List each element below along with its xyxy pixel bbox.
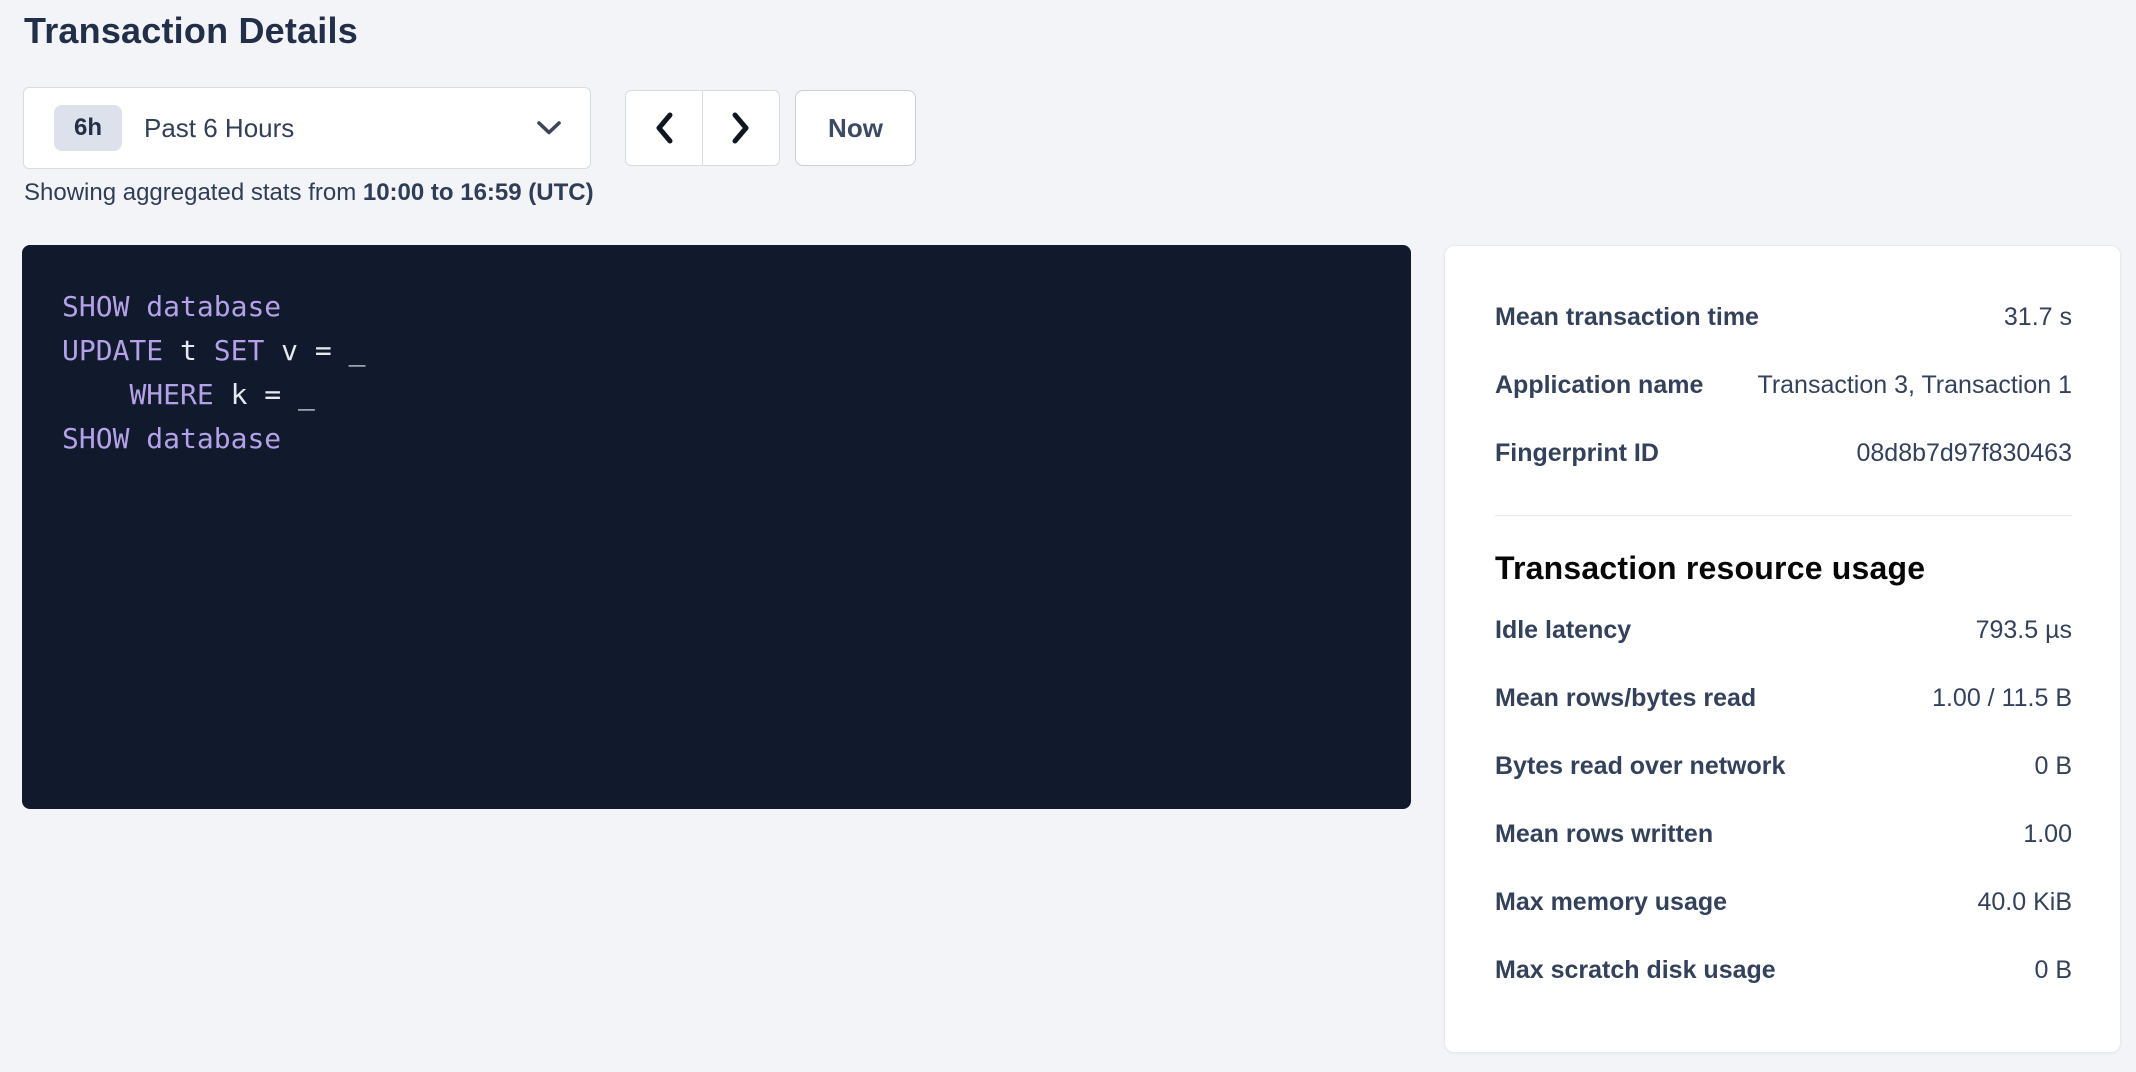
stat-label: Mean rows written [1495,820,1733,849]
sql-keyword-token: SHOW [62,422,129,455]
stat-row: Mean transaction time 31.7 s [1495,283,2072,351]
now-button[interactable]: Now [795,90,916,166]
aggregation-summary-range: 10:00 to 16:59 (UTC) [363,179,594,206]
time-step-buttons [625,90,780,166]
stat-row: Max scratch disk usage 0 B [1495,936,2072,1004]
page-title: Transaction Details [24,10,358,52]
next-time-button[interactable] [702,90,780,166]
resource-usage-rows: Idle latency 793.5 µs Mean rows/bytes read… [1495,596,2072,1004]
stat-value: 0 B [2034,752,2072,781]
stat-row: Idle latency 793.5 µs [1495,596,2072,664]
stat-row: Mean rows/bytes read 1.00 / 11.5 B [1495,664,2072,732]
transaction-details-card: Mean transaction time 31.7 s Application n… [1444,245,2121,1053]
sql-keyword-token: SHOW [62,290,129,323]
sql-plain-token [129,422,146,455]
stat-value: 1.00 [2023,820,2072,849]
stat-label: Mean transaction time [1495,303,1779,332]
stat-value: 793.5 µs [1976,616,2072,645]
sql-keyword-token: UPDATE [62,334,163,367]
stat-value: Transaction 3, Transaction 1 [1757,371,2072,400]
stat-value: 40.0 KiB [1977,888,2072,917]
sql-keyword-token: WHERE [129,378,213,411]
sql-plain-token: v = _ [264,334,365,367]
prev-time-button[interactable] [625,90,703,166]
sql-plain-token: t [163,334,214,367]
sql-plain-token: k = _ [214,378,315,411]
time-range-badge: 6h [54,105,122,151]
stat-value: 31.7 s [2004,303,2072,332]
sql-plain-token [129,290,146,323]
sql-statement-box: SHOW database UPDATE t SET v = _ WHERE k… [22,245,1411,809]
aggregation-summary-prefix: Showing aggregated stats from [24,179,363,206]
resource-usage-heading: Transaction resource usage [1495,548,2072,588]
sql-keyword-token: database [146,290,281,323]
stat-value: 1.00 / 11.5 B [1932,684,2072,713]
transaction-summary-rows: Mean transaction time 31.7 s Application n… [1495,283,2072,487]
stat-label: Max scratch disk usage [1495,956,1796,985]
stat-label: Max memory usage [1495,888,1747,917]
sql-keyword-token: database [146,422,281,455]
time-range-label: Past 6 Hours [144,113,294,144]
chevron-down-icon [536,120,562,136]
stat-row: Fingerprint ID 08d8b7d97f830463 [1495,419,2072,487]
chevron-left-icon [652,110,676,146]
stat-label: Fingerprint ID [1495,439,1679,468]
aggregation-summary: Showing aggregated stats from 10:00 to 1… [24,179,594,207]
sql-plain-token [62,378,129,411]
time-controls: 6h Past 6 Hours Now [23,87,916,169]
sql-keyword-token: SET [214,334,265,367]
stat-label: Mean rows/bytes read [1495,684,1776,713]
stat-value: 0 B [2034,956,2072,985]
stat-label: Bytes read over network [1495,752,1805,781]
stat-row: Bytes read over network 0 B [1495,732,2072,800]
stat-row: Mean rows written 1.00 [1495,800,2072,868]
stat-label: Application name [1495,371,1723,400]
stat-value: 08d8b7d97f830463 [1856,439,2072,468]
card-divider [1495,515,2072,516]
stat-row: Application name Transaction 3, Transacti… [1495,351,2072,419]
sql-code: SHOW database UPDATE t SET v = _ WHERE k… [62,285,1381,461]
stat-label: Idle latency [1495,616,1651,645]
time-range-dropdown[interactable]: 6h Past 6 Hours [23,87,591,169]
stat-row: Max memory usage 40.0 KiB [1495,868,2072,936]
chevron-right-icon [729,110,753,146]
